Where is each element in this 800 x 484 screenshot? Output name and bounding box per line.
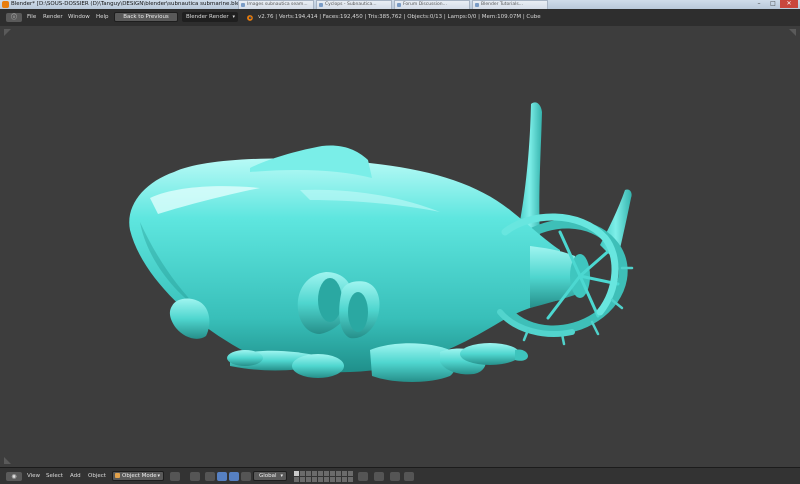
favicon-icon <box>319 3 323 7</box>
layer-button[interactable] <box>336 471 341 476</box>
info-editor-icon[interactable]: ⓘ <box>6 13 22 22</box>
layer-button[interactable] <box>324 471 329 476</box>
layer-button[interactable] <box>318 477 323 482</box>
render-icon[interactable] <box>390 472 400 481</box>
layer-button[interactable] <box>300 477 305 482</box>
layer-button[interactable] <box>330 477 335 482</box>
scene-stats: v2.76 | Verts:194,414 | Faces:192,450 | … <box>258 14 541 20</box>
layer-button[interactable] <box>312 477 317 482</box>
layer-button[interactable] <box>342 477 347 482</box>
layer-button[interactable] <box>330 471 335 476</box>
layer-buttons[interactable] <box>294 471 353 482</box>
info-header: ⓘ File Render Window Help Back to Previo… <box>0 9 800 27</box>
submarine-model[interactable] <box>0 26 800 467</box>
favicon-icon <box>241 3 245 7</box>
window-title-bar: Blender* [D:\SOUS-DOSSIER (D)\Tanguy\DES… <box>0 0 800 9</box>
3d-view-icon[interactable]: ◉ <box>6 472 22 481</box>
background-tab[interactable]: Cyclops - Subnautica... <box>316 0 392 9</box>
menu-window[interactable]: Window <box>68 14 90 20</box>
snap-icon[interactable] <box>374 472 384 481</box>
window-controls: – □ ✕ <box>752 0 798 8</box>
3d-view-header: ◉ View Select Add Object Object Mode Glo… <box>0 467 800 484</box>
favicon-icon <box>475 3 479 7</box>
thruster-intake <box>318 278 342 322</box>
render-engine-select[interactable]: Blender Render <box>182 12 238 22</box>
3d-viewport[interactable] <box>0 26 800 467</box>
torpedo-pod <box>292 354 344 378</box>
thruster-intake <box>348 292 368 332</box>
mode-select[interactable]: Object Mode <box>112 471 164 481</box>
orientation-select[interactable]: Global <box>253 471 287 481</box>
layer-button[interactable] <box>342 471 347 476</box>
menu-render[interactable]: Render <box>43 14 63 20</box>
back-to-previous-button[interactable]: Back to Previous <box>114 12 178 22</box>
menu-object[interactable]: Object <box>88 473 106 479</box>
menu-view[interactable]: View <box>27 473 40 479</box>
layer-button[interactable] <box>312 471 317 476</box>
close-button[interactable]: ✕ <box>780 0 798 8</box>
favicon-icon <box>397 3 401 7</box>
render-animation-icon[interactable] <box>404 472 414 481</box>
background-tabs: Images subnautica seam... Cyclops - Subn… <box>238 0 550 9</box>
shading-icon[interactable] <box>170 472 180 481</box>
layer-button[interactable] <box>294 471 299 476</box>
layer-button[interactable] <box>300 471 305 476</box>
pivot-icon[interactable] <box>190 472 200 481</box>
rotate-icon[interactable] <box>229 472 239 481</box>
minimize-button[interactable]: – <box>752 0 766 8</box>
layer-button[interactable] <box>306 471 311 476</box>
blender-logo-icon <box>247 15 253 21</box>
layer-button[interactable] <box>318 471 323 476</box>
menu-select[interactable]: Select <box>46 473 63 479</box>
window-title: Blender* [D:\SOUS-DOSSIER (D)\Tanguy\DES… <box>11 1 249 7</box>
layer-button[interactable] <box>294 477 299 482</box>
layer-button[interactable] <box>306 477 311 482</box>
scale-icon[interactable] <box>241 472 251 481</box>
layer-button[interactable] <box>348 477 353 482</box>
layer-button[interactable] <box>324 477 329 482</box>
layer-button[interactable] <box>348 471 353 476</box>
background-tab[interactable]: Forum Discussion... <box>394 0 470 9</box>
menu-file[interactable]: File <box>27 14 36 20</box>
background-tab[interactable]: Blender Tutorials... <box>472 0 548 9</box>
proportional-edit-icon[interactable] <box>358 472 368 481</box>
torpedo-tip <box>515 349 528 361</box>
background-tab[interactable]: Images subnautica seam... <box>238 0 314 9</box>
translate-icon[interactable] <box>217 472 227 481</box>
torpedo-pod <box>460 343 520 365</box>
torpedo-pod <box>227 350 263 366</box>
menu-add[interactable]: Add <box>70 473 81 479</box>
layer-button[interactable] <box>336 477 341 482</box>
object-mode-icon <box>115 473 120 478</box>
maximize-button[interactable]: □ <box>766 0 780 8</box>
blender-app-icon <box>2 1 9 8</box>
manipulator-toggle-icon[interactable] <box>205 472 215 481</box>
menu-help[interactable]: Help <box>96 14 109 20</box>
